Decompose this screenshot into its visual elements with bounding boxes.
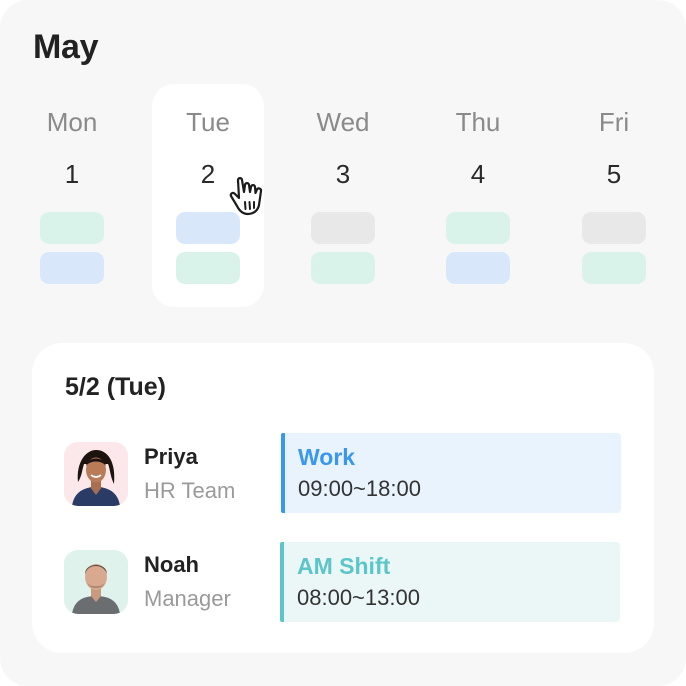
schedule-chip[interactable]: [582, 212, 646, 244]
shift-time: 09:00~18:00: [298, 476, 421, 501]
day-name: Wed: [316, 107, 370, 137]
avatar-noah[interactable]: [64, 550, 128, 614]
person-photo-icon: [64, 442, 128, 506]
person-team: HR Team: [144, 478, 236, 503]
day-name: Tue: [186, 107, 230, 137]
person-name: Priya: [144, 444, 198, 469]
schedule-chip[interactable]: [446, 212, 510, 244]
person-team: Manager: [144, 586, 231, 611]
person-name: Noah: [144, 552, 199, 577]
day-column-thu[interactable]: Thu 4: [418, 100, 538, 196]
schedule-chip[interactable]: [176, 252, 240, 284]
shift-time: 08:00~13:00: [297, 585, 420, 610]
detail-date-label: 5/2 (Tue): [65, 373, 166, 401]
shift-type: AM Shift: [297, 553, 391, 579]
shift-block-work[interactable]: Work 09:00~18:00: [281, 433, 621, 513]
day-column-wed[interactable]: Wed 3: [283, 100, 403, 196]
day-name: Fri: [598, 107, 630, 137]
day-column-fri[interactable]: Fri 5: [554, 100, 674, 196]
schedule-chip[interactable]: [582, 252, 646, 284]
schedule-chip[interactable]: [40, 252, 104, 284]
schedule-chip[interactable]: [40, 212, 104, 244]
person-photo-icon: [64, 550, 128, 614]
shift-type: Work: [298, 444, 356, 470]
day-name: Mon: [46, 107, 98, 137]
shift-block-am-shift[interactable]: AM Shift 08:00~13:00: [280, 542, 620, 622]
day-number: 4: [470, 159, 486, 189]
day-name: Thu: [455, 107, 501, 137]
schedule-chip[interactable]: [446, 252, 510, 284]
day-detail-panel: 5/2 (Tue) Priya HR Team Work 09:00~18:00: [32, 343, 654, 653]
avatar-priya[interactable]: [64, 442, 128, 506]
schedule-card: May Mon 1 Tue 2 Wed 3 Thu 4 Fri 5 5/2 (T…: [0, 0, 686, 686]
day-number: 3: [335, 159, 351, 189]
day-number: 1: [64, 159, 80, 189]
schedule-chip[interactable]: [311, 252, 375, 284]
day-number: 5: [606, 159, 622, 189]
schedule-chip[interactable]: [311, 212, 375, 244]
day-column-mon[interactable]: Mon 1: [12, 100, 132, 196]
hand-pointer-icon: [229, 177, 263, 216]
month-title: May: [33, 28, 99, 66]
